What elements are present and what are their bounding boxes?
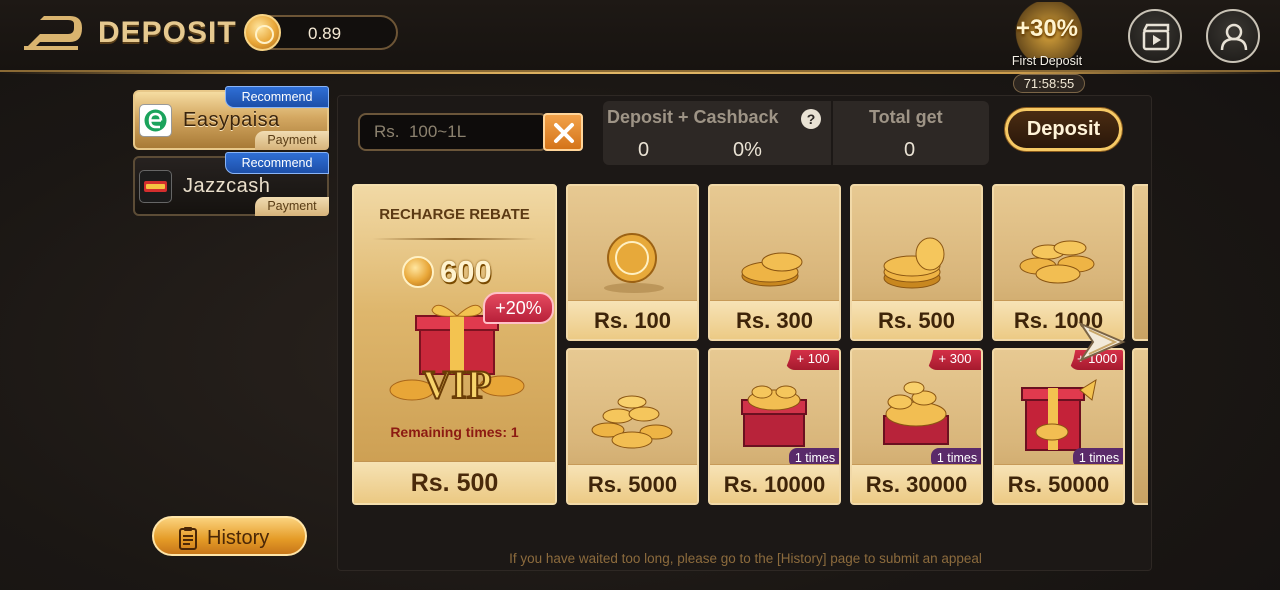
tile-price: Rs. 10000 [710, 464, 839, 503]
amount-tile-10000[interactable]: + 100 1 times Rs. 10000 [708, 348, 841, 505]
partial-tile [1132, 184, 1148, 341]
divider [831, 101, 833, 165]
coin-pile-icon [1019, 240, 1095, 284]
balance-display: 0.89 [244, 14, 398, 51]
recharge-rebate-card[interactable]: RECHARGE REBATE 600 VIP +20% Remaining t… [352, 184, 557, 505]
total-get-label: Total get [869, 107, 943, 127]
deposit-button[interactable]: Deposit [1005, 108, 1122, 151]
appeal-notice: If you have waited too long, please go t… [509, 551, 982, 566]
payment-tag: Payment [255, 131, 329, 150]
coin-pair-icon [741, 252, 803, 287]
amount-tile-100[interactable]: Rs. 100 [566, 184, 699, 341]
deposit-value: 0 [638, 139, 650, 161]
amount-input[interactable] [358, 113, 548, 151]
coin-icon [244, 14, 281, 51]
amount-tile-5000[interactable]: Rs. 5000 [566, 348, 699, 505]
coin-icon [402, 256, 434, 288]
payment-method-easypaisa[interactable]: Easypaisa Recommend Payment [133, 86, 329, 150]
tile-price: Rs. 50000 [994, 464, 1123, 503]
single-coin-icon [604, 233, 664, 293]
page-title: DEPOSIT [98, 16, 237, 49]
first-deposit-timer: 71:58:55 [1013, 74, 1085, 93]
tile-price: Rs. 500 [852, 300, 981, 339]
tile-price: Rs. 300 [710, 300, 839, 339]
history-button[interactable]: History [152, 516, 307, 556]
jazzcash-logo-icon [139, 170, 172, 203]
help-icon[interactable]: ? [801, 109, 821, 129]
tile-price: Rs. 100 [568, 300, 697, 339]
clipboard-icon [179, 527, 197, 550]
history-label: History [207, 527, 270, 549]
close-icon [554, 123, 574, 143]
bonus-badge: + 100 [785, 350, 839, 370]
payment-method-jazzcash[interactable]: Jazzcash Recommend Payment [133, 152, 329, 216]
deposit-panel: Deposit + Cashback ? 0 0% Total get 0 De… [337, 95, 1152, 571]
profile-button[interactable] [1206, 9, 1260, 63]
amount-tile-300[interactable]: Rs. 300 [708, 184, 841, 341]
cashback-value: 0% [733, 139, 762, 161]
video-button[interactable] [1128, 9, 1182, 63]
balance-value: 0.89 [308, 24, 342, 43]
amount-tile-30000[interactable]: + 300 1 times Rs. 30000 [850, 348, 983, 505]
partial-tile [1132, 348, 1148, 505]
amount-tile-500[interactable]: Rs. 500 [850, 184, 983, 341]
rebate-amount: 600 [440, 254, 492, 289]
coin-stack-icon [883, 237, 945, 289]
coin-heap-icon [591, 395, 673, 449]
recommend-badge: Recommend [225, 86, 329, 108]
rebate-bonus-badge: +20% [483, 292, 554, 324]
first-deposit-percent: +30% [1015, 15, 1079, 42]
rebate-price: Rs. 500 [354, 461, 555, 503]
user-icon [1220, 23, 1248, 51]
clear-button[interactable] [543, 113, 583, 151]
bonus-badge: + 300 [927, 350, 981, 370]
total-get-value: 0 [904, 139, 916, 161]
deposit-summary: Deposit + Cashback ? 0 0% Total get 0 [603, 101, 989, 165]
first-deposit-promo[interactable]: +30% First Deposit 71:58:55 [1004, 2, 1090, 93]
tile-price: Rs. 30000 [852, 464, 981, 503]
payment-method-name: Easypaisa [183, 109, 280, 131]
scroll-right-arrow-icon[interactable] [1075, 318, 1129, 366]
deposit-cashback-label: Deposit + Cashback [607, 107, 779, 127]
back-arrow-icon[interactable] [22, 16, 84, 50]
payment-tag: Payment [255, 197, 329, 216]
rebate-remaining: Remaining times: 1 [390, 424, 519, 440]
easypaisa-logo-icon [139, 104, 172, 137]
top-bar: DEPOSIT 0.89 +30% First Deposit 71:58:55 [0, 0, 1280, 93]
tile-price: Rs. 5000 [568, 464, 697, 503]
amount-tile-50000[interactable]: + 1000 1 times Rs. 50000 [992, 348, 1125, 505]
ornament-divider [372, 238, 537, 240]
rebate-title: RECHARGE REBATE [379, 206, 530, 223]
first-deposit-label: First Deposit [1011, 54, 1083, 68]
payment-method-name: Jazzcash [183, 175, 271, 197]
recommend-badge: Recommend [225, 152, 329, 174]
vip-label: VIP [423, 362, 492, 406]
video-clapper-icon [1142, 23, 1170, 51]
